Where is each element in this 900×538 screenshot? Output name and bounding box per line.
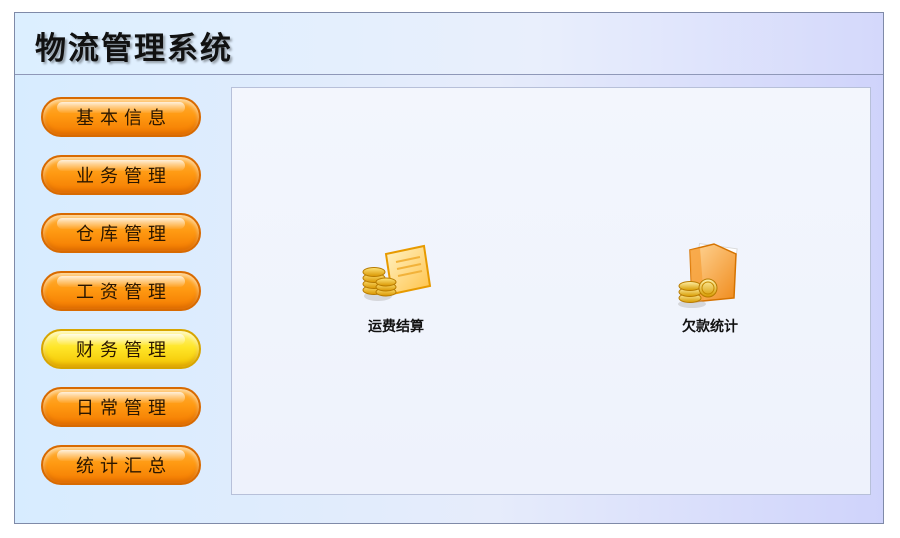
nav-button-label: 统计汇总	[76, 456, 172, 477]
nav-button-salary-management[interactable]: 工资管理	[41, 271, 201, 311]
nav-button-label: 业务管理	[76, 166, 172, 187]
nav-button-basic-info[interactable]: 基本信息	[41, 97, 201, 137]
content-panel: 运费结算 欠款统计	[231, 87, 871, 495]
nav-button-label: 日常管理	[76, 398, 172, 419]
app-window: 物流管理系统 基本信息 业务管理 仓库管理 工资管理 财务管理 日常管理 统计汇…	[14, 12, 884, 524]
nav-button-label: 仓库管理	[76, 224, 172, 245]
nav-button-finance-management[interactable]: 财务管理	[41, 329, 201, 369]
nav-button-label: 财务管理	[76, 340, 172, 361]
nav-button-daily-management[interactable]: 日常管理	[41, 387, 201, 427]
tile-freight-settlement[interactable]: 运费结算	[336, 240, 456, 336]
coins-document-icon	[362, 244, 432, 301]
tile-label: 运费结算	[368, 319, 424, 335]
nav-button-business-management[interactable]: 业务管理	[41, 155, 201, 195]
folder-coins-icon	[678, 243, 738, 308]
nav-button-statistics-summary[interactable]: 统计汇总	[41, 445, 201, 485]
tile-arrears-statistics[interactable]: 欠款统计	[650, 240, 770, 336]
tile-label: 欠款统计	[682, 319, 738, 335]
nav-button-label: 基本信息	[76, 108, 172, 129]
header-bar: 物流管理系统	[15, 13, 883, 75]
app-title: 物流管理系统	[35, 31, 233, 67]
nav-button-warehouse-management[interactable]: 仓库管理	[41, 213, 201, 253]
nav-button-label: 工资管理	[76, 282, 172, 303]
